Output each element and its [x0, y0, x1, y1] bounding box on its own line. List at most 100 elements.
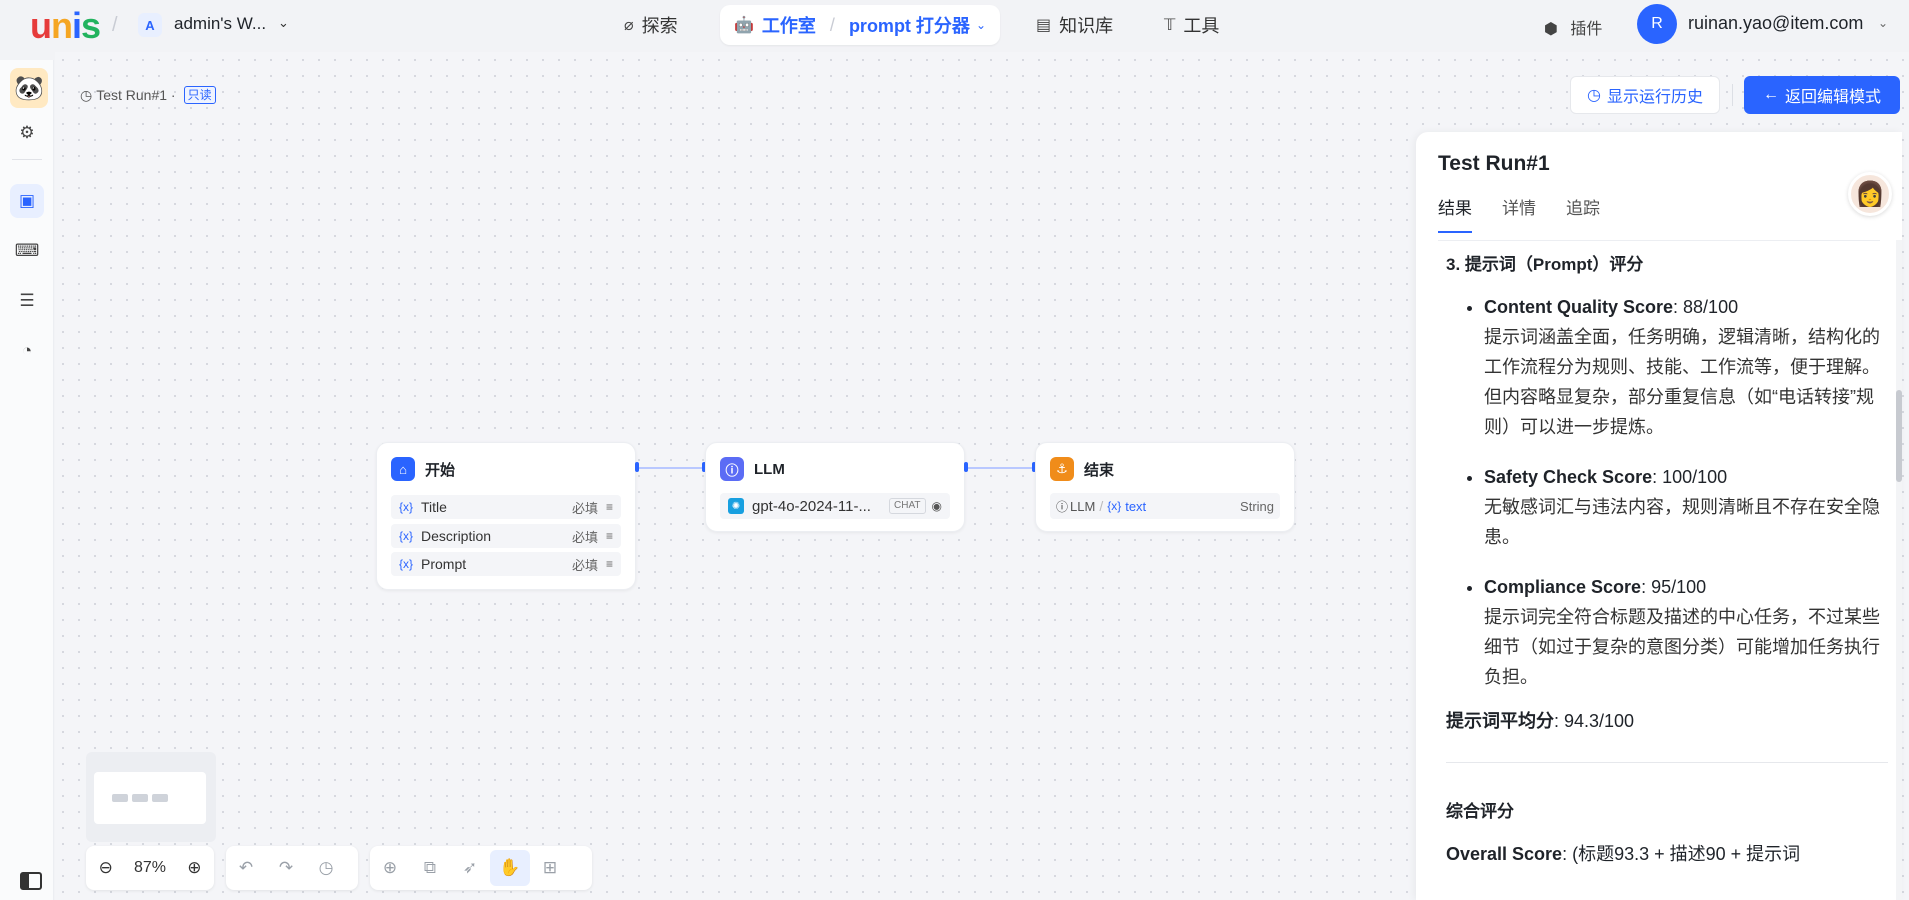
minimap-node	[132, 794, 148, 802]
input-name: Description	[421, 528, 492, 544]
average-label: 提示词平均分	[1446, 711, 1554, 731]
user-email[interactable]: ruinan.yao@item.com	[1688, 13, 1863, 34]
chevron-down-icon[interactable]: ⌄	[278, 15, 289, 31]
overall-label: Overall Score	[1446, 844, 1563, 864]
nav-tools[interactable]: 𝕋 工具	[1164, 5, 1219, 45]
input-row: {x} Prompt 必填 ≡	[391, 552, 621, 576]
workspace-name[interactable]: admin's W...	[174, 14, 266, 34]
variable-type: String	[1240, 498, 1274, 514]
output-row: ⓘ LLM / {x} text String	[1050, 493, 1280, 519]
llm-small-icon: ⓘ	[1056, 499, 1069, 514]
undo-icon[interactable]: ↶	[226, 858, 266, 878]
minimap-node	[152, 794, 168, 802]
output-port[interactable]	[964, 462, 968, 472]
app-logo[interactable]: unis	[30, 5, 101, 46]
node-header: ⚓ 结束	[1050, 457, 1114, 481]
tool-icon: 𝕋	[1164, 17, 1176, 34]
workflow-icon[interactable]: ▣	[10, 184, 44, 218]
nav-tools-label: 工具	[1183, 16, 1220, 36]
history-icon: ◷	[1587, 87, 1601, 104]
openai-icon: ✺	[728, 498, 744, 514]
overall-score: Overall Score: (标题93.3 + 描述90 + 提示词	[1446, 839, 1888, 869]
back-to-edit-label: 返回编辑模式	[1784, 89, 1881, 106]
chevron-down-icon[interactable]: ⌄	[1878, 16, 1888, 30]
zoom-in-icon[interactable]: ⊕	[175, 858, 214, 878]
panel-tabs: 结果 详情 追踪	[1438, 194, 1630, 233]
show-history-label: 显示运行历史	[1606, 89, 1703, 106]
sidebar-toggle-icon[interactable]	[20, 872, 42, 890]
scrollbar-thumb[interactable]	[1896, 390, 1902, 482]
nav-explore[interactable]: ⌀ 探索	[624, 5, 678, 45]
score-description: 提示词完全符合标题及描述的中心任务，不过某些细节（如过于复杂的意图分类）可能增加…	[1484, 607, 1880, 687]
readonly-badge: 只读	[183, 86, 216, 104]
text-lines-icon: ≡	[605, 557, 613, 571]
version-history-icon[interactable]: ◷	[306, 858, 346, 878]
section-divider	[1446, 762, 1888, 763]
eye-icon[interactable]: ◉	[932, 499, 942, 513]
plugins-label: 插件	[1570, 21, 1603, 38]
settings-sliders-icon[interactable]: ⚙	[10, 116, 44, 150]
score-label: Content Quality Score	[1484, 297, 1674, 317]
monitor-icon[interactable]: ◔	[10, 334, 44, 368]
left-rail: 🐼 ⚙ ▣ ⌨ ☰ ◔	[0, 60, 54, 900]
run-result-panel: Test Run#1 👩 结果 详情 追踪 3. 提示词（Prompt）评分 C…	[1416, 132, 1902, 900]
hand-icon[interactable]: ✋	[490, 850, 530, 886]
app-avatar[interactable]: 🐼	[10, 68, 48, 108]
result-content: 3. 提示词（Prompt）评分 Content Quality Score: …	[1446, 250, 1888, 869]
logo-letter: u	[30, 5, 52, 46]
score-value: : 95/100	[1641, 577, 1707, 597]
nav-studio[interactable]: 🤖 工作室 / prompt 打分器 ⌄	[720, 5, 1000, 45]
node-header: ⌂ 开始	[391, 457, 455, 481]
terminal-icon[interactable]: ⌨	[10, 234, 44, 268]
node-start[interactable]: ⌂ 开始 {x} Title 必填 ≡ {x} Description 必填 ≡…	[376, 442, 636, 590]
logs-icon[interactable]: ☰	[10, 284, 44, 318]
source-node: LLM	[1070, 498, 1096, 514]
current-app-name[interactable]: prompt 打分器	[849, 12, 970, 38]
show-run-history-button[interactable]: ◷ 显示运行历史	[1570, 76, 1720, 114]
layout-icon[interactable]: ⊞	[530, 858, 570, 878]
scrollbar-track[interactable]	[1896, 240, 1902, 900]
minimap-viewport	[94, 772, 206, 824]
book-icon: ▤	[1036, 17, 1052, 34]
nav-kb-label: 知识库	[1059, 16, 1114, 36]
node-llm[interactable]: ⓘ LLM ✺ gpt-4o-2024-11-... CHAT ◉	[705, 442, 965, 532]
input-row: {x} Description 必填 ≡	[391, 524, 621, 548]
node-end[interactable]: ⚓ 结束 ⓘ LLM / {x} text String	[1035, 442, 1295, 532]
tab-result[interactable]: 结果	[1438, 194, 1472, 233]
arrow-left-icon: ←	[1762, 86, 1779, 103]
breadcrumb-separator: /	[829, 14, 835, 35]
tab-trace[interactable]: 追踪	[1566, 194, 1600, 233]
tab-underline	[1438, 240, 1880, 241]
input-name: Title	[421, 499, 447, 515]
toolbar-divider	[1732, 84, 1733, 106]
output-port[interactable]	[635, 462, 639, 472]
cube-icon: ⬢	[1544, 21, 1558, 38]
run-label-text: Test Run#1 ·	[96, 87, 176, 103]
add-node-icon[interactable]: ⊕	[370, 858, 410, 878]
back-to-edit-button[interactable]: ← 返回编辑模式	[1744, 76, 1900, 114]
minimap-node	[112, 794, 128, 802]
user-avatar[interactable]: R	[1637, 4, 1677, 44]
add-note-icon[interactable]: ⧉	[410, 858, 450, 878]
logo-letter: s	[81, 5, 101, 46]
node-title: 结束	[1084, 461, 1115, 479]
logo-letter: i	[72, 5, 82, 46]
tab-details[interactable]: 详情	[1502, 194, 1536, 233]
score-description: 无敏感词汇与违法内容，规则清晰且不存在安全隐患。	[1484, 497, 1880, 547]
average-value: : 94.3/100	[1554, 711, 1635, 731]
zoom-out-icon[interactable]: ⊖	[86, 858, 125, 878]
variable-icon: {x}	[1107, 499, 1122, 513]
llm-icon: ⓘ	[720, 457, 744, 481]
variable-name: text	[1125, 498, 1147, 514]
chevron-down-icon[interactable]: ⌄	[976, 18, 986, 32]
score-label: Compliance Score	[1484, 577, 1642, 597]
workspace-avatar[interactable]: A	[138, 13, 162, 37]
minimap[interactable]	[86, 752, 216, 842]
assistant-avatar-icon[interactable]: 👩	[1848, 172, 1892, 216]
zoom-level[interactable]: 87%	[125, 859, 174, 877]
redo-icon[interactable]: ↷	[266, 858, 306, 878]
pointer-icon[interactable]: ➶	[450, 858, 490, 878]
nav-knowledge-base[interactable]: ▤ 知识库	[1036, 5, 1113, 45]
top-bar: unis / A admin's W... ⌄ ⌀ 探索 🤖 工作室 / pro…	[0, 0, 1909, 52]
plugins-link[interactable]: ⬢ 插件	[1544, 15, 1602, 39]
